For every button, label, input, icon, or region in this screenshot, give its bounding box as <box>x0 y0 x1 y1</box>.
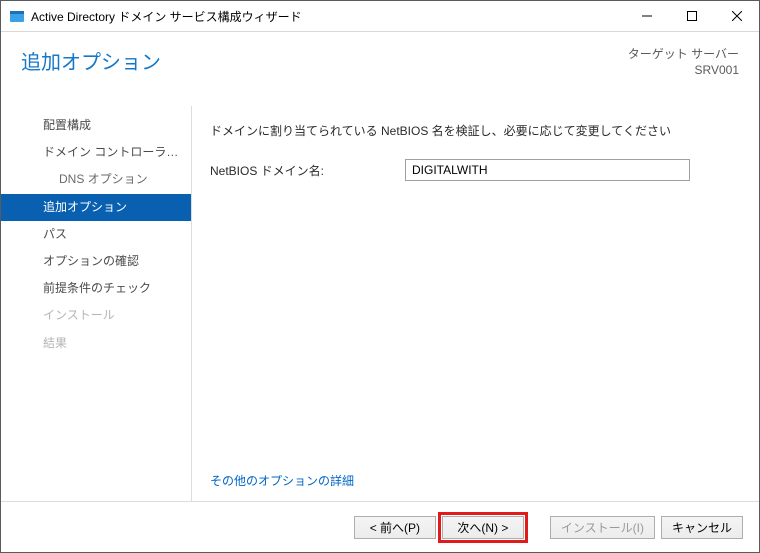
netbios-row: NetBIOS ドメイン名: <box>210 159 735 181</box>
maximize-button[interactable] <box>669 1 714 31</box>
wizard-body: 配置構成 ドメイン コントローラー オプション DNS オプション 追加オプショ… <box>1 106 759 501</box>
step-paths[interactable]: パス <box>1 221 191 248</box>
step-deployment[interactable]: 配置構成 <box>1 112 191 139</box>
page-title: 追加オプション <box>21 46 628 75</box>
step-additional[interactable]: 追加オプション <box>1 194 191 221</box>
close-button[interactable] <box>714 1 759 31</box>
next-button[interactable]: 次へ(N) > <box>442 516 524 539</box>
wizard-window: Active Directory ドメイン サービス構成ウィザード 追加オプショ… <box>0 0 760 553</box>
step-review[interactable]: オプションの確認 <box>1 248 191 275</box>
header: 追加オプション ターゲット サーバー SRV001 <box>1 32 759 106</box>
window-controls <box>624 1 759 31</box>
cancel-button[interactable]: キャンセル <box>661 516 743 539</box>
more-options-link[interactable]: その他のオプションの詳細 <box>210 472 735 489</box>
target-server-label: ターゲット サーバー <box>628 46 739 62</box>
target-server-name: SRV001 <box>628 62 739 78</box>
titlebar: Active Directory ドメイン サービス構成ウィザード <box>1 1 759 32</box>
step-sidebar: 配置構成 ドメイン コントローラー オプション DNS オプション 追加オプショ… <box>1 106 191 501</box>
step-dns-options[interactable]: DNS オプション <box>1 166 191 193</box>
netbios-input[interactable] <box>405 159 690 181</box>
content-pane: ドメインに割り当てられている NetBIOS 名を検証し、必要に応じて変更してく… <box>191 106 759 501</box>
app-icon <box>9 8 25 24</box>
instruction-text: ドメインに割り当てられている NetBIOS 名を検証し、必要に応じて変更してく… <box>210 122 735 139</box>
minimize-button[interactable] <box>624 1 669 31</box>
step-prereq[interactable]: 前提条件のチェック <box>1 275 191 302</box>
netbios-label: NetBIOS ドメイン名: <box>210 162 405 179</box>
step-install: インストール <box>1 302 191 329</box>
window-title: Active Directory ドメイン サービス構成ウィザード <box>31 8 624 25</box>
footer: < 前へ(P) 次へ(N) > インストール(I) キャンセル <box>1 501 759 552</box>
target-server-box: ターゲット サーバー SRV001 <box>628 46 739 78</box>
step-dc-options[interactable]: ドメイン コントローラー オプション <box>1 139 191 166</box>
install-button: インストール(I) <box>550 516 655 539</box>
previous-button[interactable]: < 前へ(P) <box>354 516 436 539</box>
step-results: 結果 <box>1 330 191 357</box>
